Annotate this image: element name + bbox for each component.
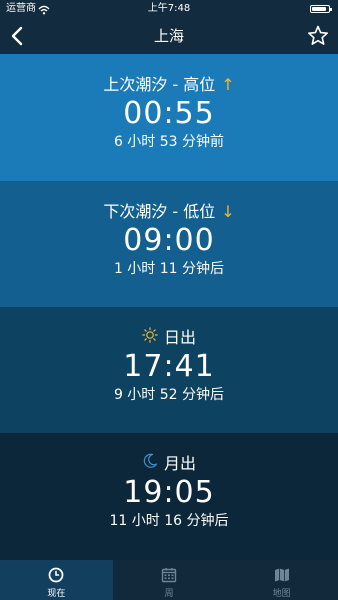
- next-tide-relative: 1 小时 11 分钟后: [113, 261, 225, 277]
- moonrise-label-row: 月出: [0, 453, 338, 475]
- sunrise-section: 日出 17:41 9 小时 52 分钟后: [0, 307, 338, 433]
- battery-icon: [310, 5, 332, 13]
- page-title: 上海: [153, 27, 184, 45]
- tab-map[interactable]: 地图: [225, 560, 338, 600]
- last-tide-time: 00:55: [123, 96, 215, 131]
- favorite-star-icon[interactable]: [306, 24, 330, 48]
- tab-now-label: 现在: [47, 589, 66, 599]
- next-tide-section: 下次潮汐 - 低位 ↓ 09:00 1 小时 11 分钟后: [0, 181, 338, 307]
- map-icon: [273, 566, 291, 584]
- tab-bar: 现在 周 地图: [0, 560, 338, 600]
- next-tide-label-row: 下次潮汐 - 低位 ↓: [0, 201, 338, 223]
- up-arrow-icon: ↑: [221, 75, 235, 94]
- moonrise-label: 月出: [163, 454, 196, 473]
- tab-week[interactable]: 周: [113, 560, 226, 600]
- clock-icon: [47, 566, 65, 584]
- sunrise-label-row: 日出: [0, 327, 338, 349]
- status-bar: 运营商 上午7:48: [0, 0, 338, 18]
- status-time: 上午7:48: [147, 3, 191, 14]
- last-tide-relative: 6 小时 53 分钟前: [113, 134, 225, 150]
- nav-bar: 上海: [0, 18, 338, 54]
- tab-map-label: 地图: [272, 589, 291, 599]
- moon-icon: [142, 453, 158, 475]
- next-tide-label: 下次潮汐 - 低位: [103, 202, 216, 221]
- next-tide-time: 09:00: [123, 223, 215, 258]
- tab-week-label: 周: [164, 589, 174, 599]
- tab-now[interactable]: 现在: [0, 560, 113, 600]
- moonrise-section: 月出 19:05 11 小时 16 分钟后: [0, 433, 338, 560]
- sunrise-time: 17:41: [123, 349, 215, 384]
- moonrise-time: 19:05: [123, 475, 215, 510]
- last-tide-section: 上次潮汐 - 高位 ↑ 00:55 6 小时 53 分钟前: [0, 54, 338, 181]
- last-tide-label-row: 上次潮汐 - 高位 ↑: [0, 74, 338, 96]
- sunrise-label: 日出: [163, 328, 196, 347]
- sun-icon: [142, 327, 158, 349]
- moonrise-relative: 11 小时 16 分钟后: [109, 513, 229, 529]
- down-arrow-icon: ↓: [221, 202, 235, 221]
- sunrise-relative: 9 小时 52 分钟后: [113, 387, 225, 403]
- calendar-icon: [160, 566, 178, 584]
- last-tide-label: 上次潮汐 - 高位: [103, 75, 216, 94]
